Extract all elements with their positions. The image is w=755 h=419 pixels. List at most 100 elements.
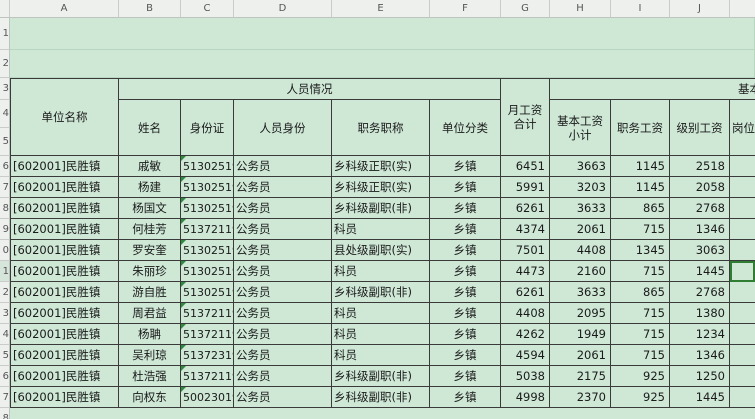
post-wage-cell[interactable]: 715	[611, 219, 670, 240]
header-post-title[interactable]: 职务职称	[332, 100, 430, 156]
name-cell[interactable]: 向权东	[119, 387, 181, 408]
row-header[interactable]: 5	[0, 128, 10, 156]
grade-wage-cell[interactable]: 1380	[670, 303, 730, 324]
position-wage-cell[interactable]	[730, 240, 755, 261]
post-wage-cell[interactable]: 715	[611, 345, 670, 366]
position-wage-cell[interactable]	[730, 282, 755, 303]
column-header-f[interactable]: F	[430, 0, 501, 18]
column-header-a[interactable]: A	[10, 0, 119, 18]
basic-subtotal-cell[interactable]: 4408	[550, 240, 611, 261]
unit-category-cell[interactable]: 乡镇	[430, 366, 501, 387]
post-title-cell[interactable]: 乡科级副职(非)	[332, 366, 430, 387]
post-title-cell[interactable]: 乡科级副职(非)	[332, 387, 430, 408]
row-header[interactable]: 3	[0, 78, 10, 100]
post-title-cell[interactable]: 科员	[332, 261, 430, 282]
unit-cell[interactable]: [602001]民胜镇	[10, 324, 119, 345]
unit-category-cell[interactable]: 乡镇	[430, 387, 501, 408]
basic-subtotal-cell[interactable]: 3633	[550, 198, 611, 219]
header-monthly-total[interactable]: 月工资合计	[501, 78, 550, 156]
monthly-total-cell[interactable]: 5991	[501, 177, 550, 198]
post-wage-cell[interactable]: 865	[611, 198, 670, 219]
unit-cell[interactable]: [602001]民胜镇	[10, 387, 119, 408]
column-header-j[interactable]: J	[670, 0, 730, 18]
monthly-total-cell[interactable]: 6261	[501, 198, 550, 219]
header-unit-name[interactable]: 单位名称	[10, 78, 119, 156]
basic-subtotal-cell[interactable]: 2061	[550, 345, 611, 366]
row-header[interactable]: 2	[0, 282, 10, 303]
header-post-wage[interactable]: 职务工资	[611, 100, 670, 156]
post-title-cell[interactable]: 科员	[332, 219, 430, 240]
grade-wage-cell[interactable]: 1346	[670, 219, 730, 240]
grade-wage-cell[interactable]: 2768	[670, 282, 730, 303]
name-cell[interactable]: 朱丽珍	[119, 261, 181, 282]
basic-subtotal-cell[interactable]: 2095	[550, 303, 611, 324]
name-cell[interactable]: 吴利琼	[119, 345, 181, 366]
basic-subtotal-cell[interactable]: 3203	[550, 177, 611, 198]
unit-cell[interactable]: [602001]民胜镇	[10, 177, 119, 198]
post-title-cell[interactable]: 乡科级副职(非)	[332, 198, 430, 219]
row-header[interactable]: 1	[0, 18, 10, 50]
row-header[interactable]: 7	[0, 387, 10, 408]
unit-category-cell[interactable]: 乡镇	[430, 198, 501, 219]
post-title-cell[interactable]: 乡科级正职(实)	[332, 177, 430, 198]
unit-category-cell[interactable]: 乡镇	[430, 345, 501, 366]
unit-cell[interactable]: [602001]民胜镇	[10, 240, 119, 261]
monthly-total-cell[interactable]: 4594	[501, 345, 550, 366]
basic-subtotal-cell[interactable]: 2061	[550, 219, 611, 240]
id-card-cell[interactable]: 513721199	[181, 324, 234, 345]
blank-row-1[interactable]	[10, 18, 755, 50]
unit-cell[interactable]: [602001]民胜镇	[10, 303, 119, 324]
post-wage-cell[interactable]: 1145	[611, 156, 670, 177]
monthly-total-cell[interactable]: 5038	[501, 366, 550, 387]
position-wage-cell[interactable]	[730, 219, 755, 240]
column-header-i[interactable]: I	[611, 0, 670, 18]
unit-category-cell[interactable]: 乡镇	[430, 240, 501, 261]
id-card-cell[interactable]: 513025195	[181, 282, 234, 303]
name-cell[interactable]: 杨国文	[119, 198, 181, 219]
position-wage-cell[interactable]	[730, 345, 755, 366]
row-header[interactable]: 0	[0, 240, 10, 261]
post-title-cell[interactable]: 乡科级正职(实)	[332, 156, 430, 177]
name-cell[interactable]: 杨聃	[119, 324, 181, 345]
post-wage-cell[interactable]: 1145	[611, 177, 670, 198]
grade-wage-cell[interactable]: 1346	[670, 345, 730, 366]
header-basic-group[interactable]: 基本	[550, 78, 755, 100]
unit-cell[interactable]: [602001]民胜镇	[10, 261, 119, 282]
identity-cell[interactable]: 公务员	[234, 303, 332, 324]
row-header[interactable]: 4	[0, 100, 10, 128]
post-title-cell[interactable]: 县处级副职(实)	[332, 240, 430, 261]
basic-subtotal-cell[interactable]: 3633	[550, 282, 611, 303]
monthly-total-cell[interactable]: 4408	[501, 303, 550, 324]
identity-cell[interactable]: 公务员	[234, 387, 332, 408]
unit-category-cell[interactable]: 乡镇	[430, 261, 501, 282]
spreadsheet-grid[interactable]: 单位名称 人员情况 姓名 身份证 人员身份 职务职称 单位分类 月工资合计 基本…	[0, 0, 755, 419]
post-wage-cell[interactable]: 1345	[611, 240, 670, 261]
monthly-total-cell[interactable]: 6451	[501, 156, 550, 177]
name-cell[interactable]: 何桂芳	[119, 219, 181, 240]
monthly-total-cell[interactable]: 4374	[501, 219, 550, 240]
grade-wage-cell[interactable]: 3063	[670, 240, 730, 261]
grade-wage-cell[interactable]: 1234	[670, 324, 730, 345]
unit-cell[interactable]: [602001]民胜镇	[10, 219, 119, 240]
id-card-cell[interactable]: 513721198	[181, 366, 234, 387]
post-wage-cell[interactable]: 715	[611, 324, 670, 345]
unit-category-cell[interactable]: 乡镇	[430, 303, 501, 324]
post-title-cell[interactable]: 乡科级副职(非)	[332, 282, 430, 303]
select-all-corner[interactable]	[0, 0, 10, 18]
row-header[interactable]: 4	[0, 324, 10, 345]
position-wage-cell[interactable]	[730, 177, 755, 198]
post-wage-cell[interactable]: 715	[611, 303, 670, 324]
monthly-total-cell[interactable]: 6261	[501, 282, 550, 303]
basic-subtotal-cell[interactable]: 2160	[550, 261, 611, 282]
row-header[interactable]: 6	[0, 156, 10, 177]
grade-wage-cell[interactable]: 2768	[670, 198, 730, 219]
monthly-total-cell[interactable]: 4998	[501, 387, 550, 408]
row-header[interactable]: 6	[0, 366, 10, 387]
basic-subtotal-cell[interactable]: 1949	[550, 324, 611, 345]
header-position-wage[interactable]: 岗位	[730, 100, 755, 156]
name-cell[interactable]: 周君益	[119, 303, 181, 324]
monthly-total-cell[interactable]: 7501	[501, 240, 550, 261]
basic-subtotal-cell[interactable]: 3663	[550, 156, 611, 177]
post-wage-cell[interactable]: 865	[611, 282, 670, 303]
id-card-cell[interactable]: 513025195	[181, 198, 234, 219]
